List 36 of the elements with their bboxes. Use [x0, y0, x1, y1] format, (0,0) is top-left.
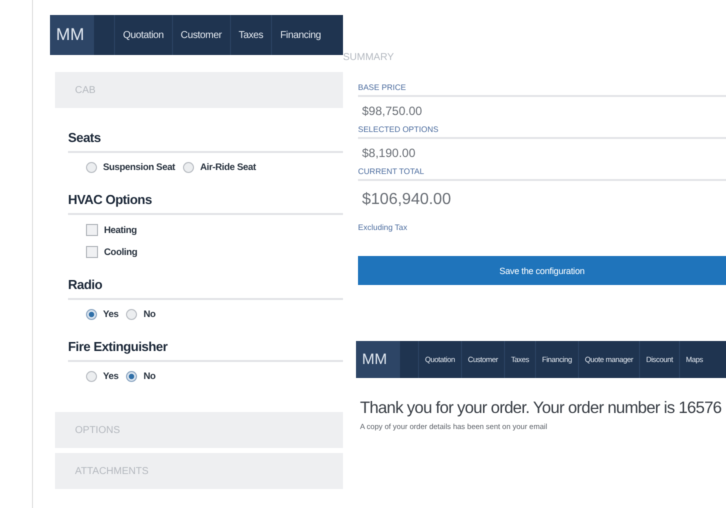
radio-button[interactable] — [126, 371, 138, 382]
checkbox[interactable] — [86, 246, 98, 258]
option-label: Air-Ride Seat — [200, 162, 256, 173]
tax-note: Excluding Tax — [358, 223, 408, 232]
confirmation-heading: Thank you for your order. Your order number is 16576 — [360, 399, 722, 418]
price-label: BASE PRICE — [358, 83, 726, 97]
price-value: $98,750.00 — [361, 103, 424, 120]
nav-item[interactable]: Customer — [172, 15, 230, 55]
price-label: CURRENT TOTAL — [358, 167, 726, 181]
summary-title: SUMMARY — [343, 52, 395, 63]
option-label: No — [143, 371, 156, 382]
save-button[interactable]: Save the configuration — [358, 256, 726, 285]
group-title: Seats — [68, 130, 343, 153]
nav-item[interactable]: Taxes — [230, 15, 272, 55]
nav-item[interactable]: Quotation — [114, 15, 172, 55]
option-label: Suspension Seat — [103, 162, 176, 173]
radio-button[interactable] — [126, 309, 138, 320]
radio-button[interactable] — [183, 162, 194, 173]
group-title: HVAC Options — [68, 192, 343, 215]
option-label: Yes — [103, 309, 118, 320]
nav-item[interactable]: Financing — [271, 15, 329, 55]
radio-button[interactable] — [86, 309, 97, 320]
radio-button[interactable] — [86, 162, 97, 173]
option-label: Heating — [104, 224, 137, 236]
group-title: Fire Extinguisher — [68, 339, 343, 362]
checkbox[interactable] — [86, 224, 98, 236]
option-label: Yes — [103, 371, 118, 382]
logo[interactable]: MM — [356, 341, 400, 378]
price-value: $106,940.00 — [361, 190, 452, 210]
logo[interactable]: MM — [50, 15, 94, 55]
group-title: Radio — [68, 277, 343, 300]
option-label: Cooling — [104, 246, 138, 258]
radio-button[interactable] — [86, 371, 97, 382]
price-value: $8,190.00 — [361, 145, 416, 162]
option-label: No — [143, 309, 156, 320]
price-label: SELECTED OPTIONS — [358, 125, 726, 139]
